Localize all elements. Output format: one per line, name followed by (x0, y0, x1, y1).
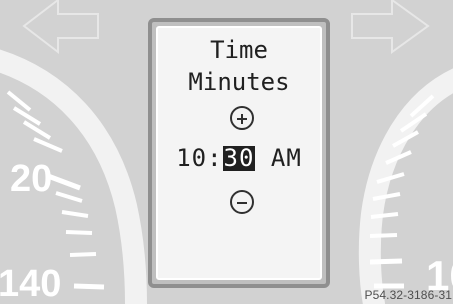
decrease-minutes-icon[interactable] (230, 190, 254, 214)
right-nav-arrow-icon (351, 0, 430, 54)
left-gauge-tick (61, 210, 89, 218)
left-gauge-tick (47, 173, 81, 191)
left-gauge-tick (73, 283, 105, 290)
left-nav-arrow-icon (22, 0, 99, 55)
instrument-cluster: 20 140 10 Time Minutes 10:30 AM P54.32-3… (0, 0, 453, 304)
figure-code: P54.32-3186-31 (364, 288, 452, 302)
left-gauge-tick (69, 252, 97, 257)
display-subtitle: Minutes (188, 68, 290, 96)
time-hour-and-colon: 10: (176, 144, 223, 172)
left-gauge-number-upper: 20 (10, 158, 53, 200)
left-gauge-tick (6, 90, 32, 112)
display-screen: Time Minutes 10:30 AM (156, 26, 322, 280)
left-gauge-tick (65, 230, 93, 235)
increase-minutes-icon[interactable] (230, 106, 254, 130)
time-period: AM (255, 144, 302, 172)
left-gauge-tick (33, 137, 63, 153)
left-gauge-number-lower: 140 (0, 263, 62, 304)
multifunction-display: Time Minutes 10:30 AM (148, 18, 330, 288)
selected-minutes: 30 (222, 144, 256, 172)
right-gauge-tick (369, 233, 398, 238)
time-value: 10:30 AM (158, 144, 320, 172)
display-title: Time (210, 36, 268, 64)
right-gauge-tick (369, 258, 403, 265)
left-gauge-tick (55, 191, 83, 203)
